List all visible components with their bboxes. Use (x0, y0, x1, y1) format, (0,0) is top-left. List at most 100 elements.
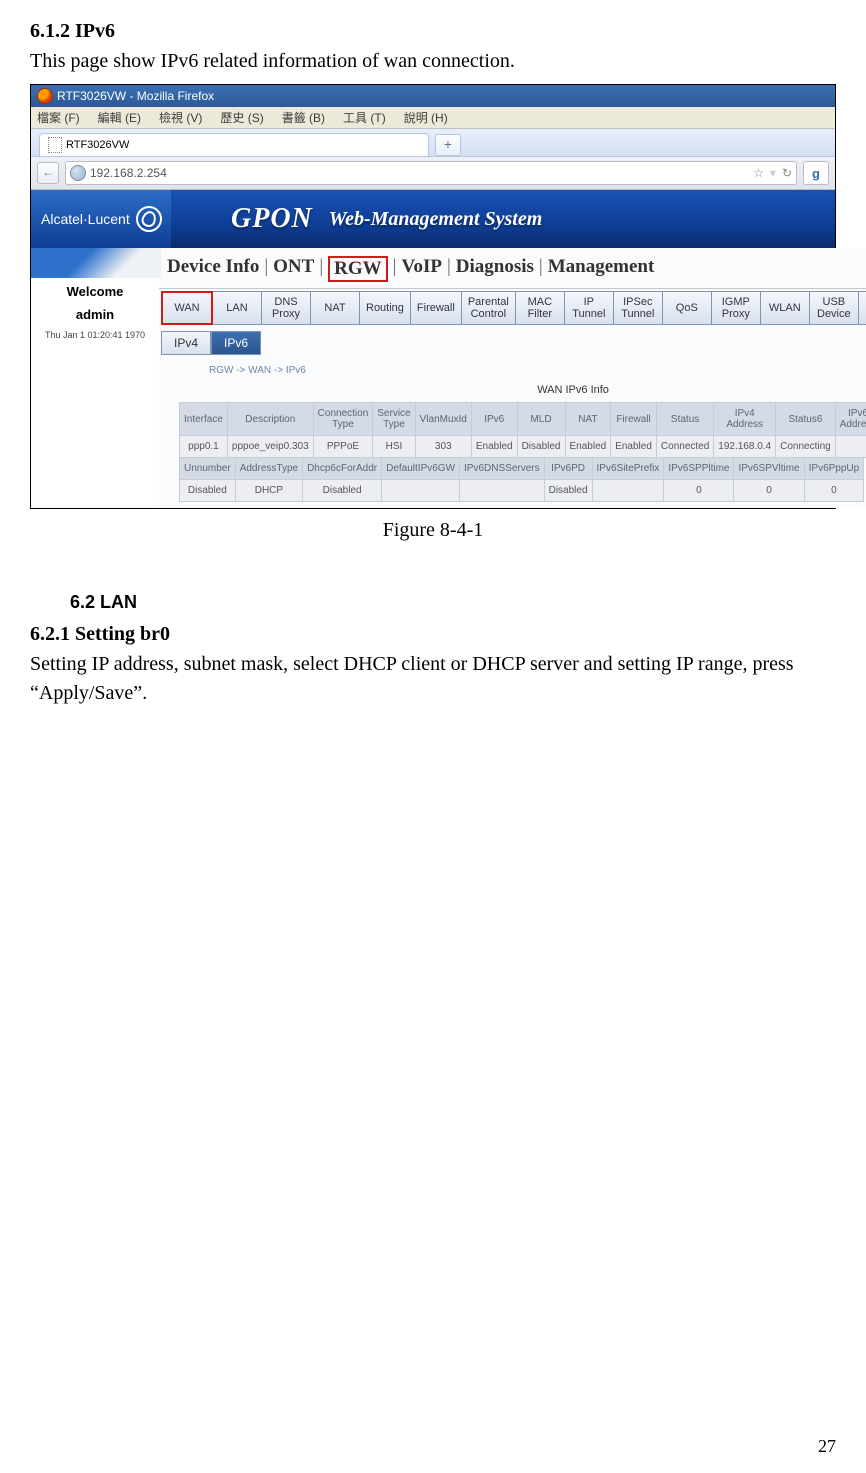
url-field[interactable]: 192.168.2.254 ☆ ▾ ↻ (65, 161, 797, 185)
cell (460, 480, 545, 502)
sub-tab-nat[interactable]: NAT (311, 292, 360, 324)
col-header: IPv6 (471, 403, 517, 436)
col-header: ConnectionType (313, 403, 373, 436)
cell (835, 436, 866, 458)
ipv6-table-2: UnnumberAddressTypeDhcp6cForAddrDefaultI… (179, 457, 864, 502)
sub-tab-wan[interactable]: WAN (161, 291, 213, 325)
col-header: IPv4Address (714, 403, 776, 436)
main-tab-device-info[interactable]: Device Info (167, 256, 259, 282)
browser-tab[interactable]: RTF3026VW (39, 133, 429, 156)
col-header: IPv6PppUp (804, 458, 864, 480)
back-button[interactable]: ← (37, 162, 59, 184)
sub-tab-mac[interactable]: MACFilter (516, 292, 565, 324)
tab-separator: | (393, 256, 397, 282)
cell: 303 (415, 436, 471, 458)
sub-tab-routing[interactable]: Routing (360, 292, 411, 324)
cell: Enabled (611, 436, 657, 458)
sub-tabs: WANLANDNSProxyNATRoutingFirewallParental… (161, 291, 866, 325)
cell: 0 (734, 480, 804, 502)
menu-item[interactable]: 歷史 (S) (220, 109, 263, 126)
tab-title: RTF3026VW (66, 139, 129, 151)
col-header: Status (656, 403, 713, 436)
cell: Enabled (471, 436, 517, 458)
menu-item[interactable]: 編輯 (E) (98, 109, 141, 126)
tab-separator: | (539, 256, 543, 282)
main-tab-ont[interactable]: ONT (273, 256, 314, 282)
cell: Disabled (180, 480, 236, 502)
col-header: Unnumber (180, 458, 236, 480)
cell: Disabled (544, 480, 592, 502)
heading-6-2-1: 6.2.1 Setting br0 (30, 623, 836, 646)
menu-item[interactable]: 書籤 (B) (282, 109, 325, 126)
banner-gpon: GPON (231, 203, 313, 235)
banner-subtitle: Web-Management System (329, 208, 543, 231)
col-header: DefaultIPv6GW (382, 458, 460, 480)
sub-tab-qos[interactable]: QoS (663, 292, 712, 324)
main-tab-voip[interactable]: VoIP (401, 256, 441, 282)
breadcrumb: RGW -> WAN -> IPv6 (159, 355, 866, 384)
cell: PPPoE (313, 436, 373, 458)
col-header: IPv6SPPltime (664, 458, 734, 480)
sub-tab-firewall[interactable]: Firewall (411, 292, 462, 324)
sub-tab-upnp[interactable]: UPnP (859, 292, 866, 324)
ip-version-tabs: IPv4IPv6 (161, 331, 866, 355)
col-header: Interface (180, 403, 228, 436)
figure-caption: Figure 8-4-1 (30, 519, 836, 542)
sub-tab-ip[interactable]: IPTunnel (565, 292, 614, 324)
sub-tab-usb[interactable]: USBDevice (810, 292, 859, 324)
cell: ppp0.1 (180, 436, 228, 458)
window-titlebar: RTF3026VW - Mozilla Firefox (31, 85, 835, 107)
globe-icon (70, 165, 86, 181)
main-tabs: Device Info | ONT | RGW | VoIP | Diagnos… (159, 248, 866, 289)
sub-tab-dns[interactable]: DNSProxy (262, 292, 311, 324)
sub-tab-lan[interactable]: LAN (213, 292, 262, 324)
menu-item[interactable]: 工具 (T) (343, 109, 386, 126)
col-header: IPv6DNSServers (460, 458, 545, 480)
info-title: WAN IPv6 Info (159, 384, 866, 396)
paragraph-br0: Setting IP address, subnet mask, select … (30, 650, 836, 708)
tab-separator: | (447, 256, 451, 282)
menu-item[interactable]: 說明 (H) (404, 109, 448, 126)
firefox-icon (37, 88, 53, 104)
col-header: MLD (517, 403, 565, 436)
sub-tab-igmp[interactable]: IGMPProxy (712, 292, 761, 324)
username-label: admin (39, 307, 151, 322)
cell: pppoe_veip0.303 (227, 436, 313, 458)
brand-name: Alcatel·Lucent (41, 211, 130, 227)
col-header: NAT (565, 403, 611, 436)
col-header: Description (227, 403, 313, 436)
cell: 192.168.0.4 (714, 436, 776, 458)
col-header: Dhcp6cForAddr (303, 458, 382, 480)
col-header: IPv6Address (835, 403, 866, 436)
new-tab-button[interactable]: + (435, 134, 461, 156)
col-header: IPv6PD (544, 458, 592, 480)
sub-tab-parental[interactable]: ParentalControl (462, 292, 516, 324)
sub-tab-ipsec[interactable]: IPSecTunnel (614, 292, 663, 324)
figure-screenshot: RTF3026VW - Mozilla Firefox 檔案 (F) 編輯 (E)… (30, 84, 836, 509)
col-header: VlanMuxId (415, 403, 471, 436)
bookmark-star-icon[interactable]: ☆ (753, 166, 764, 180)
cell: DHCP (235, 480, 302, 502)
main-tab-rgw[interactable]: RGW (328, 256, 388, 282)
cell: HSI (373, 436, 415, 458)
sub-tab-wlan[interactable]: WLAN (761, 292, 810, 324)
heading-6-1-2: 6.1.2 IPv6 (30, 20, 836, 43)
ip-tab-ipv6[interactable]: IPv6 (211, 331, 261, 355)
tab-bar: RTF3026VW + (31, 129, 835, 157)
main-tab-management[interactable]: Management (548, 256, 655, 282)
cell (382, 480, 460, 502)
col-header: IPv6SitePrefix (592, 458, 664, 480)
page-banner: Alcatel·Lucent GPON Web-Management Syste… (31, 190, 835, 248)
menu-item[interactable]: 檢視 (V) (159, 109, 202, 126)
ipv6-table-1: InterfaceDescriptionConnectionTypeServic… (179, 402, 866, 458)
search-engine-button[interactable]: g (803, 161, 829, 185)
window-title: RTF3026VW - Mozilla Firefox (57, 89, 214, 103)
refresh-icon[interactable]: ↻ (782, 166, 792, 180)
col-header: IPv6SPVltime (734, 458, 804, 480)
menu-item[interactable]: 檔案 (F) (37, 109, 80, 126)
main-tab-diagnosis[interactable]: Diagnosis (456, 256, 534, 282)
col-header: Firewall (611, 403, 657, 436)
menu-bar: 檔案 (F) 編輯 (E) 檢視 (V) 歷史 (S) 書籤 (B) 工具 (T) 說明 (… (31, 107, 835, 129)
ip-tab-ipv4[interactable]: IPv4 (161, 331, 211, 355)
welcome-label: Welcome (39, 284, 151, 299)
